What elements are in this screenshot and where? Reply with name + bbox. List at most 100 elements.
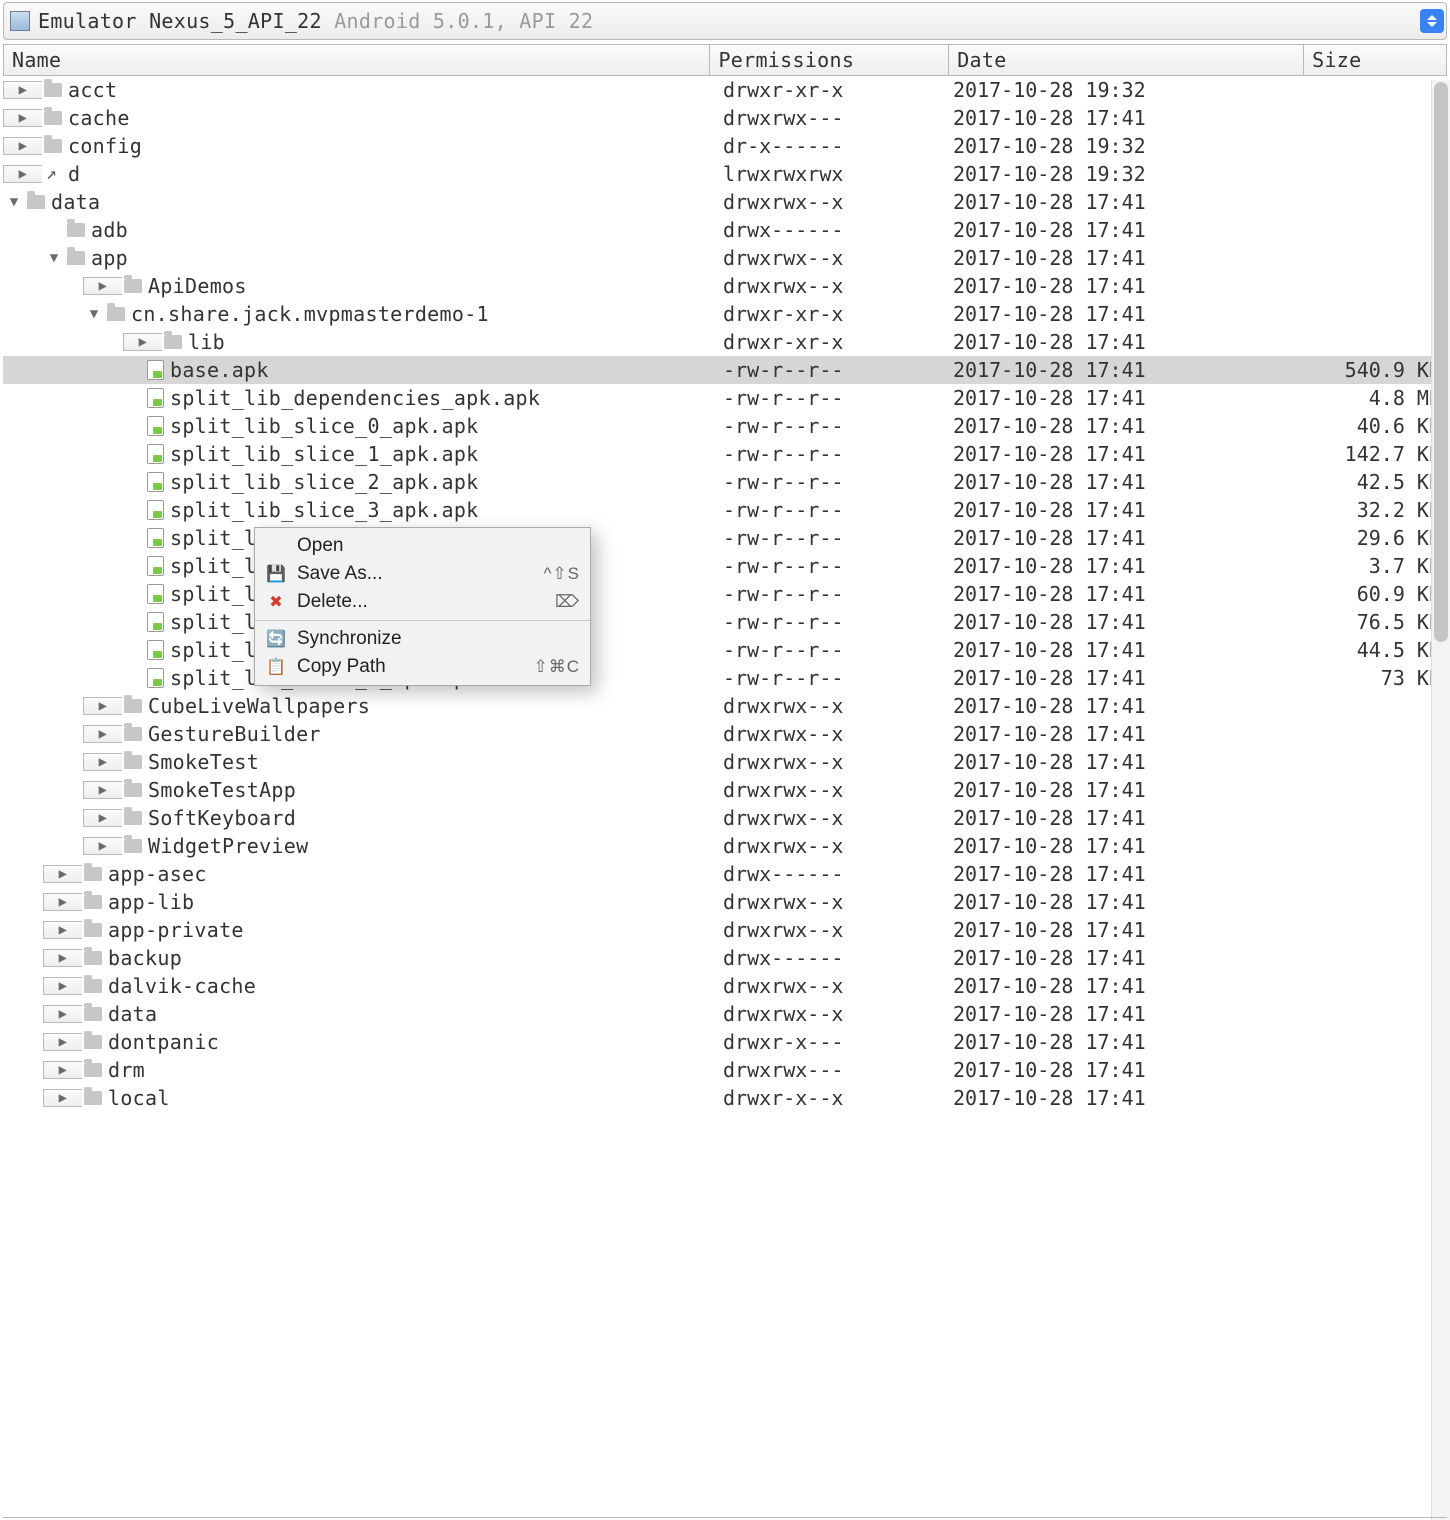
col-permissions[interactable]: Permissions — [709, 44, 948, 76]
tree-row[interactable]: GestureBuilderdrwxrwx--x2017-10-28 17:41 — [3, 720, 1447, 748]
row-name: data — [51, 190, 100, 214]
tree-row[interactable]: localdrwxr-x--x2017-10-28 17:41 — [3, 1084, 1447, 1112]
tree-row[interactable]: datadrwxrwx--x2017-10-28 17:41 — [3, 1000, 1447, 1028]
tree-row[interactable]: split_lib_dependencies_apk.apk-rw-r--r--… — [3, 384, 1447, 412]
chevron-right-icon[interactable] — [83, 809, 122, 827]
chevron-right-icon[interactable] — [83, 725, 122, 743]
chevron-right-icon[interactable] — [43, 949, 82, 967]
tree-row[interactable]: libdrwxr-xr-x2017-10-28 17:41 — [3, 328, 1447, 356]
row-name: ApiDemos — [148, 274, 247, 298]
tree-row[interactable]: cachedrwxrwx---2017-10-28 17:41 — [3, 104, 1447, 132]
delete-icon: ✖ — [265, 591, 287, 613]
row-permissions: drwxr-x--- — [723, 1030, 953, 1054]
tree-row[interactable]: split_lib_slice_1_apk.apk-rw-r--r--2017-… — [3, 440, 1447, 468]
col-name[interactable]: Name — [3, 44, 709, 76]
folder-icon — [44, 83, 62, 97]
tree-row[interactable]: configdr-x------2017-10-28 19:32 — [3, 132, 1447, 160]
tree-row[interactable]: app-libdrwxrwx--x2017-10-28 17:41 — [3, 888, 1447, 916]
folder-icon — [84, 1063, 102, 1077]
chevron-right-icon[interactable] — [83, 277, 122, 295]
tree-row[interactable]: backupdrwx------2017-10-28 17:41 — [3, 944, 1447, 972]
ctx-copy-path[interactable]: 📋 Copy Path ⇧⌘C — [255, 653, 590, 681]
row-permissions: drwxrwx--x — [723, 246, 953, 270]
chevron-right-icon[interactable] — [123, 333, 162, 351]
tree-row[interactable]: app-asecdrwx------2017-10-28 17:41 — [3, 860, 1447, 888]
tree-row[interactable]: split_lib_slice_7_apk.apk-rw-r--r--2017-… — [3, 608, 1447, 636]
tree-row[interactable]: WidgetPreviewdrwxrwx--x2017-10-28 17:41 — [3, 832, 1447, 860]
tree-row[interactable]: SmokeTestdrwxrwx--x2017-10-28 17:41 — [3, 748, 1447, 776]
tree-row[interactable]: drmdrwxrwx---2017-10-28 17:41 — [3, 1056, 1447, 1084]
chevron-right-icon[interactable] — [83, 781, 122, 799]
file-tree[interactable]: acctdrwxr-xr-x2017-10-28 19:32cachedrwxr… — [3, 76, 1447, 1112]
row-permissions: -rw-r--r-- — [723, 666, 953, 690]
tree-row[interactable]: cn.share.jack.mvpmasterdemo-1drwxr-xr-x2… — [3, 300, 1447, 328]
row-permissions: drwxrwx--x — [723, 274, 953, 298]
tree-row[interactable]: split_lib_slice_9_apk.apk-rw-r--r--2017-… — [3, 664, 1447, 692]
col-size[interactable]: Size — [1303, 44, 1447, 76]
row-permissions: dr-x------ — [723, 134, 953, 158]
col-date[interactable]: Date — [948, 44, 1303, 76]
tree-row[interactable]: split_lib_slice_2_apk.apk-rw-r--r--2017-… — [3, 468, 1447, 496]
row-date: 2017-10-28 17:41 — [953, 918, 1303, 942]
tree-row[interactable]: dlrwxrwxrwx2017-10-28 19:32 — [3, 160, 1447, 188]
chevron-down-icon[interactable] — [83, 306, 105, 322]
tree-row[interactable]: split_lib_slice_8_apk.apk-rw-r--r--2017-… — [3, 636, 1447, 664]
tree-row[interactable]: split_lib_slice_6_apk.apk-rw-r--r--2017-… — [3, 580, 1447, 608]
chevron-right-icon[interactable] — [43, 1061, 82, 1079]
chevron-right-icon[interactable] — [3, 165, 42, 183]
folder-icon — [84, 867, 102, 881]
chevron-right-icon[interactable] — [43, 1005, 82, 1023]
chevron-right-icon[interactable] — [83, 697, 122, 715]
folder-icon — [84, 1035, 102, 1049]
tree-row[interactable]: split_lib_slice_5_apk.apk-rw-r--r--2017-… — [3, 552, 1447, 580]
tree-row[interactable]: SmokeTestAppdrwxrwx--x2017-10-28 17:41 — [3, 776, 1447, 804]
tree-row[interactable]: ApiDemosdrwxrwx--x2017-10-28 17:41 — [3, 272, 1447, 300]
row-permissions: drwxrwx--x — [723, 890, 953, 914]
chevron-right-icon[interactable] — [43, 893, 82, 911]
ctx-open[interactable]: Open — [255, 532, 590, 560]
chevron-right-icon[interactable] — [43, 921, 82, 939]
chevron-right-icon[interactable] — [83, 837, 122, 855]
tree-row[interactable]: dontpanicdrwxr-x---2017-10-28 17:41 — [3, 1028, 1447, 1056]
chevron-right-icon[interactable] — [83, 753, 122, 771]
chevron-right-icon[interactable] — [43, 1089, 82, 1107]
tree-row[interactable]: split_lib_slice_3_apk.apk-rw-r--r--2017-… — [3, 496, 1447, 524]
chevron-right-icon[interactable] — [3, 81, 42, 99]
vertical-scrollbar[interactable] — [1431, 80, 1450, 1520]
tree-row[interactable]: dalvik-cachedrwxrwx--x2017-10-28 17:41 — [3, 972, 1447, 1000]
tree-row[interactable]: datadrwxrwx--x2017-10-28 17:41 — [3, 188, 1447, 216]
tree-row[interactable]: adbdrwx------2017-10-28 17:41 — [3, 216, 1447, 244]
row-name: CubeLiveWallpapers — [148, 694, 370, 718]
tree-row[interactable]: appdrwxrwx--x2017-10-28 17:41 — [3, 244, 1447, 272]
chevron-right-icon[interactable] — [3, 109, 42, 127]
ctx-save-as[interactable]: 💾 Save As... ^⇧S — [255, 560, 590, 588]
tree-row[interactable]: split_lib_slice_4_apk.apk-rw-r--r--2017-… — [3, 524, 1447, 552]
device-selector[interactable]: Emulator Nexus_5_API_22 Android 5.0.1, A… — [3, 2, 1447, 40]
dropdown-icon[interactable] — [1420, 9, 1444, 33]
folder-icon — [124, 811, 142, 825]
scrollbar-thumb[interactable] — [1434, 82, 1448, 642]
ctx-open-label: Open — [297, 535, 343, 557]
chevron-right-icon[interactable] — [3, 137, 42, 155]
chevron-right-icon[interactable] — [43, 977, 82, 995]
chevron-down-icon[interactable] — [3, 194, 25, 210]
folder-icon — [124, 699, 142, 713]
tree-row[interactable]: base.apk-rw-r--r--2017-10-28 17:41540.9 … — [3, 356, 1447, 384]
row-permissions: drwxrwx--x — [723, 806, 953, 830]
chevron-down-icon[interactable] — [43, 250, 65, 266]
tree-row[interactable]: app-privatedrwxrwx--x2017-10-28 17:41 — [3, 916, 1447, 944]
chevron-right-icon[interactable] — [43, 865, 82, 883]
row-name: cn.share.jack.mvpmasterdemo-1 — [131, 302, 489, 326]
tree-row[interactable]: acctdrwxr-xr-x2017-10-28 19:32 — [3, 76, 1447, 104]
copy-icon: 📋 — [265, 656, 287, 678]
ctx-synchronize[interactable]: 🔄 Synchronize — [255, 625, 590, 653]
row-permissions: drwxrwx--x — [723, 722, 953, 746]
row-name: lib — [188, 330, 225, 354]
ctx-delete[interactable]: ✖ Delete... ⌦ — [255, 588, 590, 616]
tree-row[interactable]: CubeLiveWallpapersdrwxrwx--x2017-10-28 1… — [3, 692, 1447, 720]
row-name: backup — [108, 946, 182, 970]
tree-row[interactable]: split_lib_slice_0_apk.apk-rw-r--r--2017-… — [3, 412, 1447, 440]
chevron-right-icon[interactable] — [43, 1033, 82, 1051]
file-icon — [147, 640, 164, 660]
tree-row[interactable]: SoftKeyboarddrwxrwx--x2017-10-28 17:41 — [3, 804, 1447, 832]
